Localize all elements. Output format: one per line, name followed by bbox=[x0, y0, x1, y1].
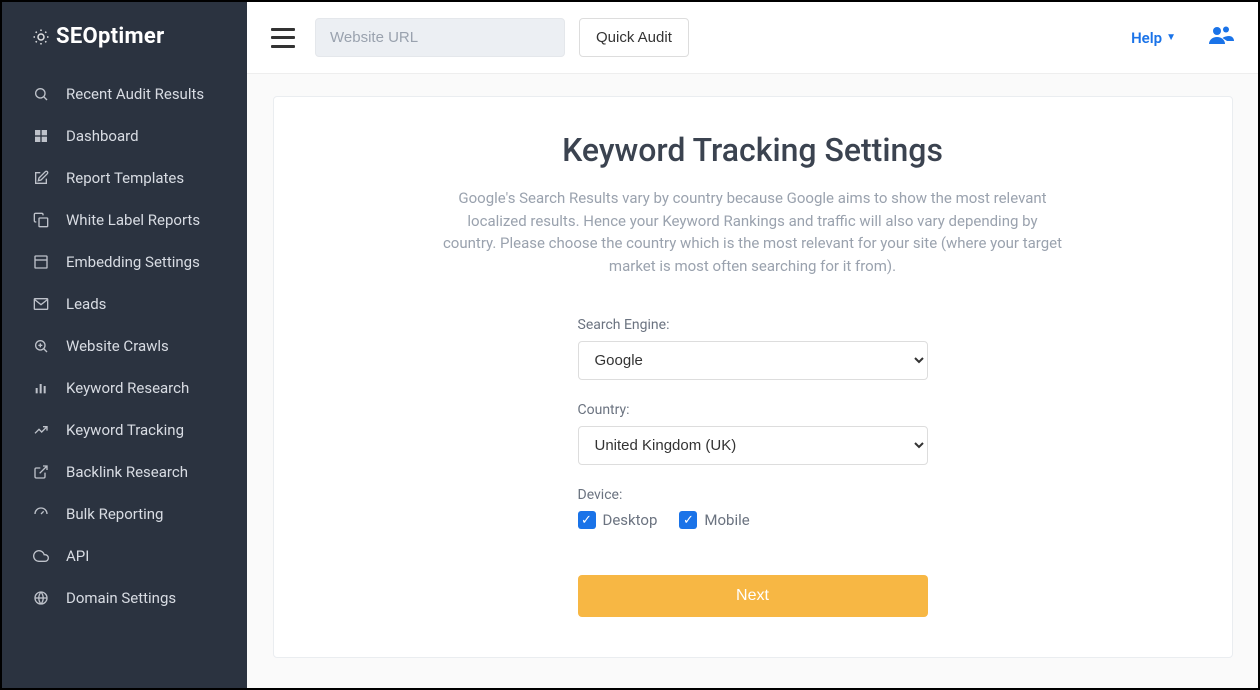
brand-text: SEOptimer bbox=[56, 24, 164, 49]
sidebar-item-bulk[interactable]: Bulk Reporting bbox=[2, 493, 247, 535]
country-label: Country: bbox=[578, 402, 928, 418]
search-icon bbox=[32, 85, 50, 103]
gauge-icon bbox=[32, 505, 50, 523]
external-link-icon bbox=[32, 463, 50, 481]
sidebar-item-label: Report Templates bbox=[66, 169, 184, 187]
desktop-label: Desktop bbox=[603, 511, 658, 529]
sidebar-item-dashboard[interactable]: Dashboard bbox=[2, 115, 247, 157]
sidebar-item-crawls[interactable]: Website Crawls bbox=[2, 325, 247, 367]
help-dropdown[interactable]: Help ▼ bbox=[1131, 29, 1176, 47]
sidebar-item-keyword-research[interactable]: Keyword Research bbox=[2, 367, 247, 409]
website-url-input[interactable] bbox=[315, 18, 565, 57]
sidebar-item-leads[interactable]: Leads bbox=[2, 283, 247, 325]
menu-toggle-icon[interactable] bbox=[271, 28, 295, 48]
settings-card: Keyword Tracking Settings Google's Searc… bbox=[273, 96, 1233, 658]
sidebar-item-embedding[interactable]: Embedding Settings bbox=[2, 241, 247, 283]
users-icon[interactable] bbox=[1208, 24, 1234, 52]
next-button[interactable]: Next bbox=[578, 575, 928, 617]
page-title: Keyword Tracking Settings bbox=[334, 131, 1172, 169]
brand-logo[interactable]: SEOptimer bbox=[2, 2, 247, 67]
mobile-checkbox[interactable]: ✓ bbox=[679, 511, 697, 529]
sidebar-item-backlink[interactable]: Backlink Research bbox=[2, 451, 247, 493]
device-label: Device: bbox=[578, 487, 928, 503]
sidebar-item-domain[interactable]: Domain Settings bbox=[2, 577, 247, 619]
country-group: Country: United Kingdom (UK) bbox=[578, 402, 928, 465]
sidebar-item-api[interactable]: API bbox=[2, 535, 247, 577]
help-label: Help bbox=[1131, 29, 1162, 47]
sidebar-item-label: Keyword Tracking bbox=[66, 421, 184, 439]
grid-icon bbox=[32, 127, 50, 145]
sidebar-item-report-templates[interactable]: Report Templates bbox=[2, 157, 247, 199]
device-group: Device: ✓ Desktop ✓ Mobile bbox=[578, 487, 928, 529]
edit-icon bbox=[32, 169, 50, 187]
sidebar-item-label: Bulk Reporting bbox=[66, 505, 163, 523]
mail-icon bbox=[32, 295, 50, 313]
search-engine-group: Search Engine: Google bbox=[578, 317, 928, 380]
sidebar-item-label: Leads bbox=[66, 295, 106, 313]
sidebar-item-white-label[interactable]: White Label Reports bbox=[2, 199, 247, 241]
sidebar: SEOptimer Recent Audit Results Dashboard… bbox=[2, 2, 247, 688]
mobile-label: Mobile bbox=[704, 511, 749, 529]
sidebar-item-keyword-tracking[interactable]: Keyword Tracking bbox=[2, 409, 247, 451]
page-description: Google's Search Results vary by country … bbox=[443, 187, 1063, 277]
bar-chart-icon bbox=[32, 379, 50, 397]
topbar: Quick Audit Help ▼ bbox=[247, 2, 1258, 74]
quick-audit-button[interactable]: Quick Audit bbox=[579, 18, 689, 57]
copy-icon bbox=[32, 211, 50, 229]
sidebar-item-label: Dashboard bbox=[66, 127, 139, 145]
cloud-icon bbox=[32, 547, 50, 565]
desktop-checkbox[interactable]: ✓ bbox=[578, 511, 596, 529]
gear-rotate-icon bbox=[32, 28, 50, 46]
sidebar-item-label: Website Crawls bbox=[66, 337, 169, 355]
layout-icon bbox=[32, 253, 50, 271]
sidebar-item-label: API bbox=[66, 547, 89, 565]
sidebar-item-label: White Label Reports bbox=[66, 211, 200, 229]
search-engine-select[interactable]: Google bbox=[578, 341, 928, 380]
sidebar-item-label: Embedding Settings bbox=[66, 253, 200, 271]
search-plus-icon bbox=[32, 337, 50, 355]
sidebar-item-recent-audit[interactable]: Recent Audit Results bbox=[2, 73, 247, 115]
sidebar-item-label: Domain Settings bbox=[66, 589, 176, 607]
sidebar-item-label: Recent Audit Results bbox=[66, 85, 204, 103]
sidebar-item-label: Backlink Research bbox=[66, 463, 188, 481]
globe-icon bbox=[32, 589, 50, 607]
search-engine-label: Search Engine: bbox=[578, 317, 928, 333]
caret-down-icon: ▼ bbox=[1166, 32, 1176, 43]
country-select[interactable]: United Kingdom (UK) bbox=[578, 426, 928, 465]
sidebar-item-label: Keyword Research bbox=[66, 379, 189, 397]
trend-icon bbox=[32, 421, 50, 439]
nav-list: Recent Audit Results Dashboard Report Te… bbox=[2, 67, 247, 619]
